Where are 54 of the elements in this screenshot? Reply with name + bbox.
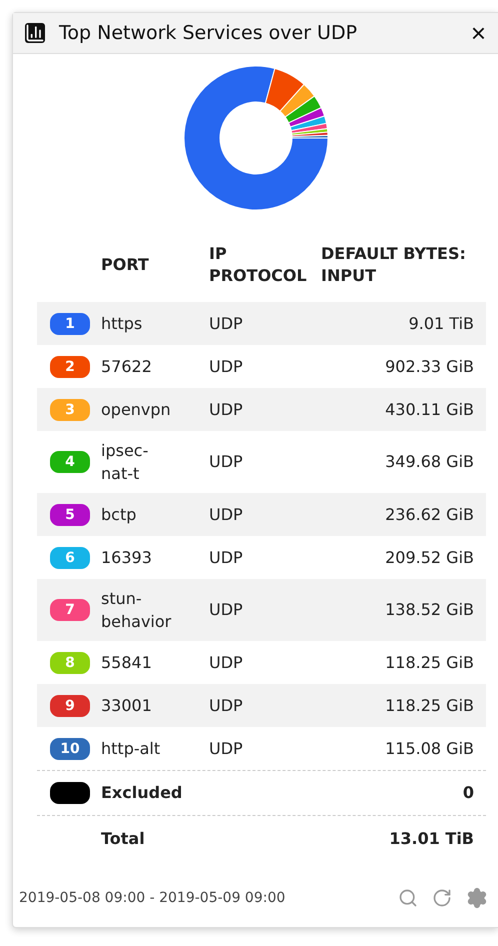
protocol-cell-text: UDP (209, 312, 244, 335)
rank-badge: 6 (50, 546, 90, 568)
protocol-cell-text: UDP (209, 398, 244, 421)
protocol-cell-text: UDP (209, 599, 244, 622)
port-cell-text: ipsec- nat-t (101, 440, 150, 485)
bytes-cell-text: 118.25 GiB (384, 652, 474, 674)
search-button[interactable] (398, 888, 418, 908)
rank-badge: 2 (50, 356, 90, 378)
protocol-cell-text: UDP (209, 546, 244, 569)
protocol-cell-text: UDP (209, 451, 244, 474)
close-button[interactable]: × (470, 20, 486, 46)
bytes-cell-text: 209.52 GiB (384, 546, 474, 569)
bytes-cell-text: 9.01 TiB (408, 312, 474, 335)
rank-badge: 9 (50, 694, 90, 716)
protocol-cell-text: UDP (209, 652, 244, 674)
bytes-cell-text: 902.33 GiB (384, 356, 474, 378)
port-cell-text: bctp (101, 504, 138, 526)
column-header: DEFAULT BYTES: INPUT (321, 242, 467, 287)
rank-badge: 3 (50, 398, 90, 420)
port-cell-text: 57622 (101, 356, 153, 378)
port-cell-text: openvpn (101, 398, 172, 421)
protocol-cell-text: UDP (209, 738, 244, 760)
rank-badge: 8 (50, 652, 90, 674)
port-cell-text: Excluded (101, 782, 184, 804)
bytes-cell-text: 430.11 GiB (384, 398, 474, 421)
rank-badge: 10 (50, 738, 90, 760)
settings-button[interactable] (466, 887, 488, 909)
total-label: Total (101, 828, 146, 850)
port-cell-text: 16393 (101, 546, 153, 569)
bytes-cell-text: 349.68 GiB (384, 451, 474, 474)
port-cell-text: 33001 (101, 694, 153, 717)
column-header: PORT (101, 254, 150, 276)
bytes-cell-text: 115.08 GiB (384, 738, 474, 760)
rank-badge: 7 (50, 599, 90, 621)
bytes-cell-text: 118.25 GiB (384, 694, 474, 717)
protocol-cell-text: UDP (209, 694, 244, 717)
port-cell-text: https (101, 312, 144, 335)
bytes-cell-text: 236.62 GiB (384, 504, 474, 526)
protocol-cell-text: UDP (209, 356, 244, 378)
bar-chart-icon (25, 23, 45, 43)
port-cell-text: http-alt (101, 738, 162, 760)
rank-badge: 5 (50, 504, 90, 526)
protocol-cell-text: UDP (209, 504, 244, 526)
column-header: IP PROTOCOL (209, 242, 308, 287)
rank-badge: 4 (50, 451, 90, 473)
total-bytes: 13.01 TiB (388, 828, 474, 850)
port-cell-text: stun- behavior (101, 588, 172, 633)
port-cell-text: 55841 (101, 652, 153, 674)
date-range: 2019-05-08 09:00 - 2019-05-09 09:00 (19, 890, 286, 906)
refresh-button[interactable] (432, 888, 452, 908)
rank-badge: 1 (50, 312, 90, 334)
bytes-cell-text: 138.52 GiB (384, 599, 474, 622)
widget-title: Top Network Services over UDP (59, 22, 358, 44)
bytes-cell-text: 0 (462, 782, 474, 804)
